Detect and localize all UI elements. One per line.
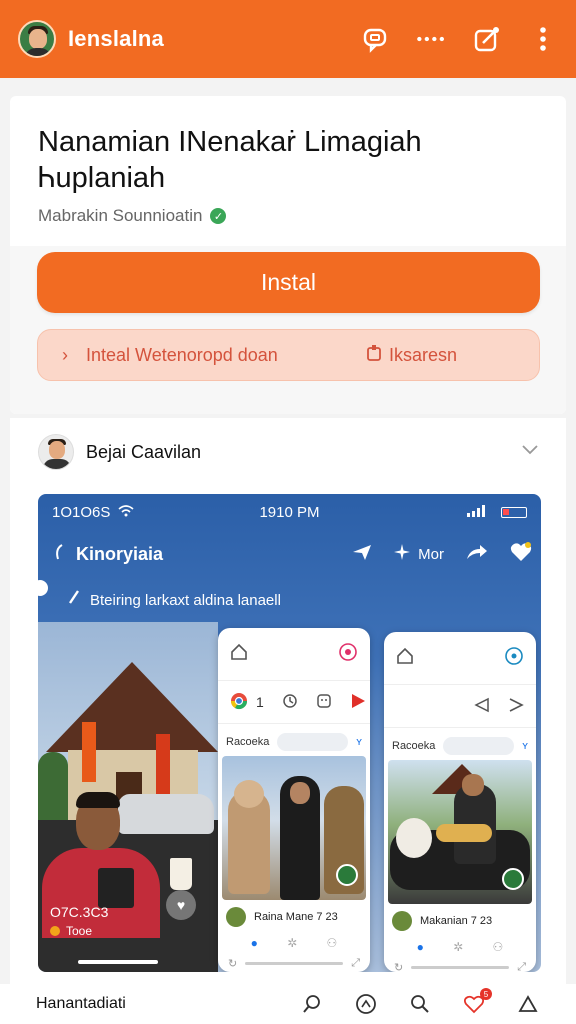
secondary-left-label: Inteal Wetenoropd doan	[86, 344, 278, 365]
settings-icon: ✲	[287, 936, 298, 950]
app-info-card: Nanamian INenakaṙ Limagiah Ꮒuplaniah Mab…	[10, 96, 566, 414]
home-icon	[396, 647, 414, 670]
expand-icon: ⤢	[517, 960, 526, 973]
profile-icon: ⚇	[326, 936, 338, 950]
info-icon: ●	[416, 940, 424, 954]
notification-badge: 5	[480, 988, 492, 1000]
status-bar: 1O1O6S 1910 PM	[38, 494, 541, 530]
search-icon[interactable]	[300, 992, 324, 1016]
filter-icon: ʏ	[356, 736, 362, 748]
reply-icon	[474, 697, 490, 716]
refresh-icon: ↻	[228, 957, 238, 970]
install-button[interactable]: Instal	[37, 252, 540, 313]
chevron-down-icon[interactable]	[522, 442, 538, 460]
back-icon	[52, 543, 66, 566]
expand-icon: ⤢	[351, 956, 360, 969]
screenshot-search-text: Bteiring larkaxt aldina lanaell	[90, 591, 281, 609]
developer-name[interactable]: Mabrakin Sounnioatin	[38, 206, 202, 226]
explore-icon[interactable]	[354, 992, 378, 1016]
action-label: Mor	[418, 545, 444, 563]
puzzle-icon	[367, 344, 381, 366]
scene-photo: O7C.3C3 Tooe ♥	[38, 622, 218, 972]
notifications-heart-icon[interactable]: 5	[462, 988, 492, 1016]
screenshot-nav: Kinoryiaia Mor	[52, 538, 532, 570]
card-title: Nanamian INenakaṙ Limagiah Ꮒuplaniah	[38, 126, 422, 194]
post-screenshot-image[interactable]: 1O1O6S 1910 PM Kinoryiaia Mor Bteiring l…	[38, 494, 541, 972]
secondary-action-button[interactable]: › Inteal Wetenoropd doan Iksaresn	[37, 329, 540, 381]
like-icon: ♥	[166, 890, 196, 920]
home-icon	[230, 643, 248, 666]
battery-icon	[501, 506, 527, 518]
send-icon	[352, 543, 372, 565]
card-subtitle: Mabrakin Sounnioatin ✓	[38, 206, 227, 226]
settings-icon: ✲	[453, 940, 464, 954]
sparkle-icon	[394, 544, 411, 564]
filter-icon: ʏ	[522, 740, 528, 752]
refresh-icon: ↻	[394, 961, 404, 973]
post-header: Bejai Caavilan	[38, 434, 201, 470]
bottom-label: Hanantadiati	[36, 995, 126, 1012]
timer-icon	[282, 693, 298, 712]
play-icon	[350, 693, 366, 712]
compass-icon	[504, 646, 524, 671]
phone2-search-label: Racoeka	[392, 740, 436, 752]
triangle-icon[interactable]	[516, 992, 540, 1016]
phone1-count: 1	[256, 694, 264, 710]
more-dots-icon[interactable]	[416, 24, 446, 54]
record-icon	[338, 642, 358, 667]
app-title: Ienslalna	[68, 26, 164, 51]
post-section: Bejai Caavilan 1O1O6S 1910 PM Kinoryiaia	[10, 418, 566, 1024]
forward-icon	[508, 697, 524, 716]
screenshot-search: Bteiring larkaxt aldina lanaell	[68, 590, 281, 610]
phone1-author-avatar	[226, 907, 246, 927]
info-icon: ●	[250, 936, 258, 950]
phone2-photo	[388, 760, 532, 904]
edit-square-icon[interactable]	[472, 24, 502, 54]
top-app-bar: Ienslalna	[0, 0, 576, 78]
profile-avatar[interactable]	[18, 20, 56, 58]
phone1-author-line: Raina Mane 7 23	[254, 911, 338, 923]
magnifier-icon[interactable]	[408, 992, 432, 1016]
phone2-author-avatar	[392, 911, 412, 931]
phone1-search-label: Racoeka	[226, 736, 270, 748]
phone2-author-line: Makanian 7 23	[420, 915, 493, 927]
verified-check-icon: ✓	[210, 208, 227, 224]
heart-icon	[510, 542, 532, 566]
secondary-right-label: Iksaresn	[388, 344, 457, 365]
chat-bubble-icon[interactable]	[360, 24, 390, 54]
pencil-icon	[68, 590, 80, 610]
share-arrow-icon	[466, 544, 488, 564]
chrome-icon	[230, 692, 248, 713]
phone1-photo	[222, 756, 366, 900]
screenshot-app-title: Kinoryiaia	[76, 543, 164, 564]
flower-icon	[50, 926, 60, 936]
emoji-icon	[316, 693, 332, 712]
scene-caption-sub: Tooe	[66, 924, 93, 938]
bottom-navigation: Hanantadiati 5	[0, 984, 576, 1024]
kebab-menu-icon[interactable]	[528, 24, 558, 54]
phone-mockup-1: 1 Racoeka ʏ Raina Mane 7 23 ● ✲ ⚇ ↻ ⤢	[218, 628, 370, 972]
post-author[interactable]: Bejai Caavilan	[86, 442, 201, 463]
status-time: 1910 PM	[259, 503, 320, 521]
chevron-right-icon: ›	[62, 344, 68, 365]
phone-mockup-2: Racoeka ʏ Makanian 7 23 ● ✲ ⚇ ↻ ⤢	[384, 632, 536, 972]
scene-caption: O7C.3C3	[50, 904, 109, 920]
author-avatar[interactable]	[38, 434, 74, 470]
profile-icon: ⚇	[492, 940, 504, 954]
